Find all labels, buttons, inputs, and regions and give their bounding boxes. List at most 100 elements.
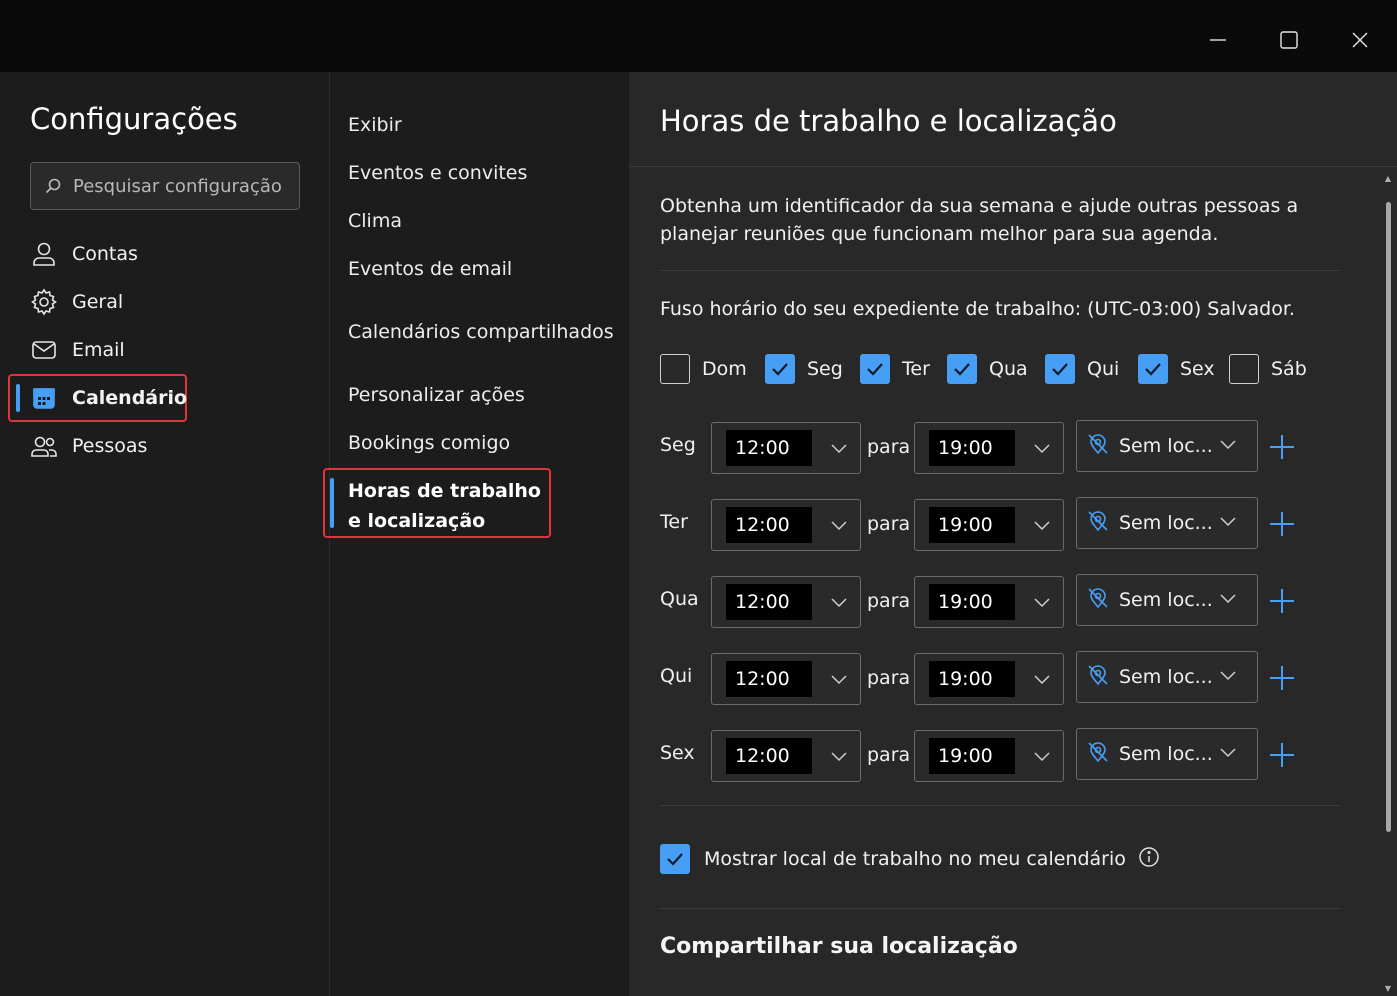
start-time-select[interactable]: 12:00 (711, 730, 861, 782)
day-checkbox-qui[interactable]: Qui (1045, 354, 1119, 384)
chevron-down-icon (831, 752, 847, 762)
start-time-value: 12:00 (726, 507, 812, 543)
location-select[interactable]: Sem loc... (1076, 497, 1258, 549)
plus-icon (1270, 743, 1294, 767)
subnav-item-calendarios-compartilhados[interactable]: Calendários compartilhados (348, 317, 614, 347)
checkmark-icon (772, 363, 788, 376)
minimize-icon (1210, 39, 1226, 41)
content-pane: Horas de trabalho e localização Obtenha … (629, 72, 1397, 996)
location-value: Sem loc... (1119, 512, 1211, 534)
timezone-text: Fuso horário do seu expediente de trabal… (660, 298, 1295, 320)
add-time-button[interactable] (1267, 663, 1297, 693)
location-select[interactable]: Sem loc... (1076, 651, 1258, 703)
selection-indicator (16, 384, 20, 412)
start-time-select[interactable]: 12:00 (711, 422, 861, 474)
day-checkbox-sex[interactable]: Sex (1138, 354, 1215, 384)
content-scroll-area[interactable]: Obtenha um identificador da sua semana e… (629, 168, 1397, 996)
location-value: Sem loc... (1119, 435, 1211, 457)
chevron-down-icon (1220, 671, 1236, 681)
checkbox[interactable] (1045, 354, 1075, 384)
scrollbar[interactable]: ▲ ▼ (1383, 174, 1393, 996)
schedule-day-label: Ter (660, 511, 688, 533)
description-text: Obtenha um identificador da sua semana e… (660, 195, 1299, 245)
location-select[interactable]: Sem loc... (1076, 420, 1258, 472)
day-checkbox-seg[interactable]: Seg (765, 354, 843, 384)
location-select[interactable]: Sem loc... (1076, 574, 1258, 626)
start-time-select[interactable]: 12:00 (711, 653, 861, 705)
maximize-button[interactable] (1269, 20, 1309, 60)
end-time-select[interactable]: 19:00 (914, 730, 1064, 782)
day-checkbox-qua[interactable]: Qua (947, 354, 1028, 384)
day-checkbox-sab[interactable]: Sáb (1229, 354, 1307, 384)
minimize-button[interactable] (1198, 20, 1238, 60)
search-input[interactable] (73, 175, 288, 197)
checkmark-icon (1145, 363, 1161, 376)
end-time-select[interactable]: 19:00 (914, 653, 1064, 705)
scroll-up-arrow[interactable]: ▲ (1383, 174, 1393, 186)
subnav-item-exibir[interactable]: Exibir (348, 110, 402, 140)
person-icon (33, 242, 55, 266)
checkmark-icon (1052, 363, 1068, 376)
nav-item-calendario[interactable]: Calendário (30, 378, 187, 418)
subnav-item-eventos-email[interactable]: Eventos de email (348, 254, 512, 284)
plus-icon (1270, 512, 1294, 536)
connector-text: para (867, 590, 911, 612)
subnav-item-bookings-comigo[interactable]: Bookings comigo (348, 428, 510, 458)
subnav-item-eventos-convites[interactable]: Eventos e convites (348, 158, 527, 188)
close-button[interactable] (1340, 20, 1380, 60)
nav-item-geral[interactable]: Geral (30, 282, 123, 322)
chevron-down-icon (831, 521, 847, 531)
day-checkbox-label: Seg (807, 358, 843, 380)
plus-icon (1270, 589, 1294, 613)
show-location-option[interactable]: Mostrar local de trabalho no meu calendá… (660, 844, 1160, 874)
checkbox[interactable] (660, 354, 690, 384)
day-checkbox-ter[interactable]: Ter (860, 354, 930, 384)
start-time-select[interactable]: 12:00 (711, 576, 861, 628)
share-location-heading: Compartilhar sua localização (660, 934, 1018, 959)
checkbox[interactable] (1138, 354, 1168, 384)
search-box[interactable] (30, 162, 300, 210)
checkbox[interactable] (765, 354, 795, 384)
chevron-down-icon (1034, 521, 1050, 531)
subnav-item-personalizar-acoes[interactable]: Personalizar ações (348, 380, 525, 410)
start-time-value: 12:00 (726, 430, 812, 466)
nav-item-label: Pessoas (72, 435, 148, 457)
schedule-day-label: Seg (660, 434, 696, 456)
day-checkbox-label: Qua (989, 358, 1028, 380)
end-time-select[interactable]: 19:00 (914, 576, 1064, 628)
location-value: Sem loc... (1119, 743, 1211, 765)
location-off-icon (1088, 665, 1108, 686)
end-time-value: 19:00 (929, 507, 1015, 543)
chevron-down-icon (1220, 440, 1236, 450)
end-time-select[interactable]: 19:00 (914, 422, 1064, 474)
checkbox[interactable] (860, 354, 890, 384)
day-checkbox-dom[interactable]: Dom (660, 354, 747, 384)
location-off-icon (1088, 588, 1108, 609)
add-time-button[interactable] (1267, 740, 1297, 770)
add-time-button[interactable] (1267, 432, 1297, 462)
checkbox[interactable] (1229, 354, 1259, 384)
subnav-item-horas-trabalho[interactable]: Horas de trabalho e localização (348, 476, 548, 536)
nav-item-label: Calendário (72, 387, 188, 409)
scroll-thumb[interactable] (1386, 202, 1391, 832)
chevron-down-icon (831, 675, 847, 685)
add-time-button[interactable] (1267, 586, 1297, 616)
nav-item-contas[interactable]: Contas (30, 234, 138, 274)
add-time-button[interactable] (1267, 509, 1297, 539)
show-location-checkbox[interactable] (660, 844, 690, 874)
location-select[interactable]: Sem loc... (1076, 728, 1258, 780)
nav-item-email[interactable]: Email (30, 330, 125, 370)
checkbox[interactable] (947, 354, 977, 384)
info-button[interactable] (1138, 846, 1160, 873)
location-off-icon (1088, 742, 1108, 763)
nav-item-pessoas[interactable]: Pessoas (30, 426, 147, 466)
subnav-item-clima[interactable]: Clima (348, 206, 402, 236)
calendar-subnav: Exibir Eventos e convites Clima Eventos … (323, 72, 628, 996)
start-time-select[interactable]: 12:00 (711, 499, 861, 551)
checkmark-icon (954, 363, 970, 376)
nav-item-label: Contas (72, 243, 138, 265)
content-header: Horas de trabalho e localização (629, 72, 1397, 167)
end-time-select[interactable]: 19:00 (914, 499, 1064, 551)
scroll-down-arrow[interactable]: ▼ (1383, 984, 1393, 996)
chevron-down-icon (1034, 598, 1050, 608)
